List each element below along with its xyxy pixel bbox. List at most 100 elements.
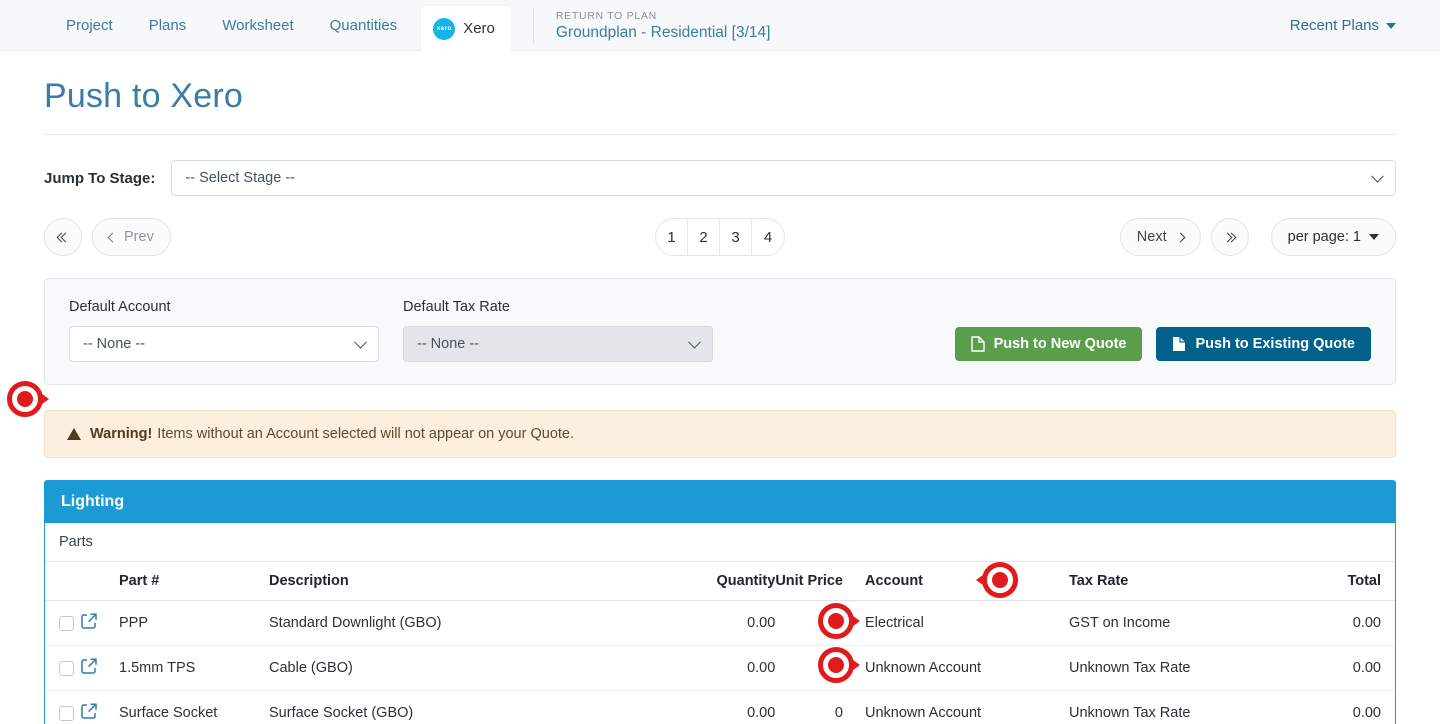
table-row: Surface Socket Surface Socket (GBO) 0.00…: [45, 690, 1395, 724]
topbar-right: Recent Plans: [1290, 0, 1440, 51]
row-unit-price[interactable]: 0: [775, 690, 865, 724]
tab-worksheet[interactable]: Worksheet: [204, 0, 311, 51]
warning-banner: Warning! Items without an Account select…: [44, 410, 1396, 458]
pagination-last-button[interactable]: [1210, 218, 1249, 256]
row-select-cell: [45, 600, 81, 646]
top-navigation-bar: Project Plans Worksheet Quantities xero …: [0, 0, 1440, 51]
pagination-next-label: Next: [1136, 229, 1167, 245]
page-title: Push to Xero: [44, 51, 1396, 135]
column-description: Description: [269, 562, 686, 601]
pagination-page-2[interactable]: 2: [688, 219, 720, 255]
row-part-number: 1.5mm TPS: [119, 645, 269, 691]
chevron-down-icon: [688, 335, 701, 349]
row-part-number: PPP: [119, 600, 269, 646]
row-unit-price[interactable]: 98: [775, 600, 865, 646]
tab-xero-label: Xero: [463, 20, 495, 37]
external-link-icon[interactable]: [81, 613, 97, 629]
tab-xero[interactable]: xero Xero: [421, 6, 511, 51]
tab-worksheet-label: Worksheet: [222, 17, 294, 34]
table-body: PPP Standard Downlight (GBO) 0.00 98 Ele…: [45, 600, 1395, 724]
row-quantity: 0.00: [685, 645, 776, 691]
warning-triangle-icon: [67, 428, 81, 440]
row-select-cell: [45, 645, 81, 691]
per-page-label: per page: 1: [1287, 229, 1361, 245]
push-to-new-quote-button[interactable]: Push to New Quote: [954, 327, 1143, 361]
table-group-title: Lighting: [45, 481, 1395, 523]
tab-plans[interactable]: Plans: [131, 0, 205, 51]
default-tax-rate-field: Default Tax Rate -- None --: [403, 299, 713, 362]
warning-strong-text: Warning!: [90, 426, 153, 442]
row-checkbox[interactable]: [59, 615, 74, 631]
return-to-plan-name[interactable]: Groundplan - Residential [3/14]: [556, 24, 771, 42]
jump-to-stage-select[interactable]: -- Select Stage --: [171, 160, 1396, 196]
file-filled-icon: [1173, 337, 1186, 351]
row-account[interactable]: Electrical: [865, 600, 1069, 646]
chevron-down-icon: [1371, 169, 1384, 183]
row-tax-rate[interactable]: Unknown Tax Rate: [1069, 690, 1299, 724]
defaults-panel: Default Account -- None -- Default Tax R…: [44, 278, 1396, 385]
pagination-next-button[interactable]: Next: [1119, 218, 1201, 256]
default-account-select[interactable]: -- None --: [69, 326, 379, 362]
chevron-right-icon: [1175, 232, 1186, 242]
pagination-right-group: Next per page: 1: [1119, 218, 1396, 256]
xero-logo-text: xero: [436, 25, 452, 32]
tab-quantities[interactable]: Quantities: [312, 0, 416, 51]
column-link: [81, 562, 119, 601]
jump-to-stage-row: Jump To Stage: -- Select Stage --: [44, 160, 1396, 196]
row-description: Surface Socket (GBO): [269, 690, 686, 724]
row-checkbox[interactable]: [59, 660, 74, 676]
column-select: [45, 562, 81, 601]
chevron-down-icon: [1369, 234, 1379, 240]
table-header: Part # Description Quantity Unit Price A…: [45, 562, 1395, 601]
warning-message: Items without an Account selected will n…: [157, 426, 575, 442]
default-account-value: -- None --: [83, 336, 146, 352]
tab-project[interactable]: Project: [48, 0, 131, 51]
row-account[interactable]: Unknown Account: [865, 690, 1069, 724]
chevron-down-icon: [1386, 22, 1396, 29]
row-select-cell: [45, 690, 81, 724]
table-header-row: Part # Description Quantity Unit Price A…: [45, 562, 1395, 601]
double-chevron-left-icon: [56, 232, 70, 242]
pagination-page-4[interactable]: 4: [752, 219, 784, 255]
default-tax-rate-select[interactable]: -- None --: [403, 326, 713, 362]
pagination-first-button[interactable]: [44, 218, 82, 256]
pagination-prev-button[interactable]: Prev: [92, 218, 171, 256]
pagination-page-1[interactable]: 1: [656, 219, 688, 255]
row-tax-rate[interactable]: Unknown Tax Rate: [1069, 645, 1299, 691]
recent-plans-dropdown[interactable]: Recent Plans: [1290, 17, 1396, 34]
default-account-label: Default Account: [69, 299, 171, 315]
row-link-cell: [81, 690, 119, 724]
row-quantity: 0.00: [685, 690, 776, 724]
row-description: Cable (GBO): [269, 645, 686, 691]
per-page-dropdown[interactable]: per page: 1: [1270, 218, 1396, 256]
row-tax-rate[interactable]: GST on Income: [1069, 600, 1299, 646]
tab-quantities-label: Quantities: [329, 17, 398, 34]
pagination-prev-label: Prev: [124, 229, 154, 245]
page-content: Push to Xero Jump To Stage: -- Select St…: [0, 51, 1440, 724]
table-row: 1.5mm TPS Cable (GBO) 0.00 0 Unknown Acc…: [45, 645, 1395, 691]
row-checkbox[interactable]: [59, 705, 74, 721]
row-link-cell: [81, 645, 119, 691]
default-tax-rate-label: Default Tax Rate: [403, 299, 510, 315]
external-link-icon[interactable]: [81, 658, 97, 674]
external-link-icon[interactable]: [81, 703, 97, 719]
push-to-existing-quote-button[interactable]: Push to Existing Quote: [1156, 327, 1371, 361]
file-outline-icon: [970, 336, 985, 352]
return-to-plan[interactable]: RETURN TO PLAN Groundplan - Residential …: [556, 0, 771, 51]
parts-table-container: Lighting Parts Part # Description Quanti…: [44, 480, 1396, 724]
row-account[interactable]: Unknown Account: [865, 645, 1069, 691]
pagination-page-3[interactable]: 3: [720, 219, 752, 255]
row-total: 0.00: [1299, 600, 1395, 646]
nav-tabs: Project Plans Worksheet Quantities xero …: [48, 0, 511, 51]
column-tax-rate: Tax Rate: [1069, 562, 1299, 601]
row-unit-price[interactable]: 0: [775, 645, 865, 691]
xero-logo-icon: xero: [433, 17, 456, 40]
return-to-plan-label: RETURN TO PLAN: [555, 9, 657, 22]
row-link-cell: [81, 600, 119, 646]
jump-to-stage-label: Jump To Stage:: [44, 169, 156, 187]
row-quantity: 0.00: [685, 600, 776, 646]
pagination-bar: Prev 1 2 3 4 Next per page: 1: [44, 218, 1396, 256]
recent-plans-label: Recent Plans: [1289, 17, 1379, 34]
double-chevron-right-icon: [1222, 232, 1237, 242]
row-total: 0.00: [1299, 690, 1395, 724]
